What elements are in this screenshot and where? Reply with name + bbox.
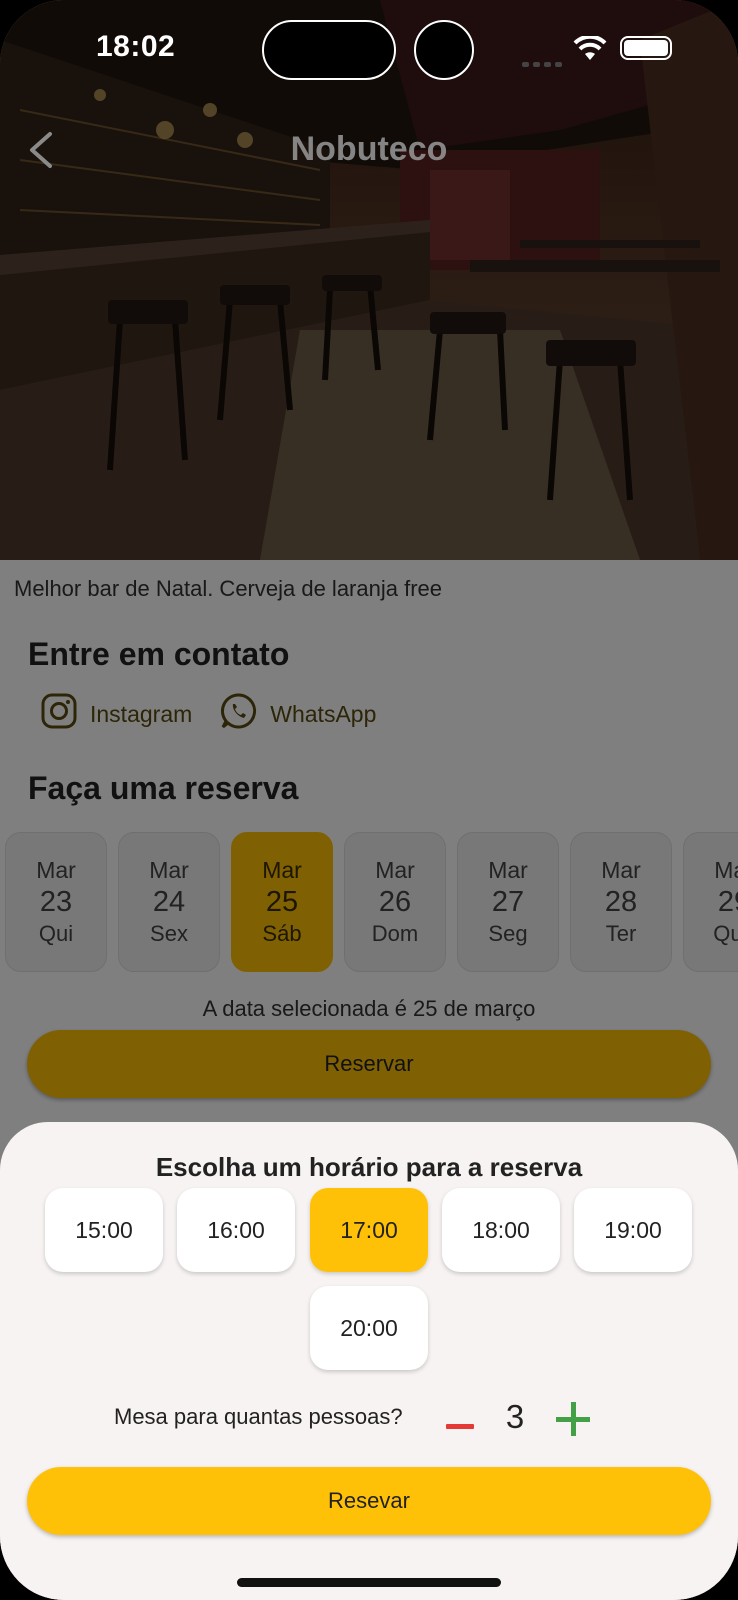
time-chip[interactable]: 20:00 [310,1286,428,1370]
time-label: 17:00 [340,1216,398,1243]
time-chip[interactable]: 19:00 [574,1188,692,1272]
party-size-value: 3 [505,1398,525,1435]
decrement-button[interactable] [446,1412,474,1440]
increment-button[interactable] [556,1402,590,1436]
page-title: Nobuteco [290,130,448,168]
time-label: 20:00 [340,1314,398,1341]
time-label: 15:00 [75,1216,133,1243]
status-time: 18:02 [96,30,176,63]
time-label: 16:00 [207,1216,265,1243]
time-chip[interactable]: 16:00 [177,1188,295,1272]
phone-screen: Melhor bar de Natal. Cerveja de laranja … [0,0,738,1600]
sheet-title: Escolha um horário para a reserva [155,1152,583,1182]
time-chip-selected[interactable]: 17:00 [310,1188,428,1272]
camera-cutout [414,20,474,80]
time-label: 19:00 [604,1216,662,1243]
dynamic-island [262,20,396,80]
confirm-reservation-button[interactable]: Resevar [27,1467,711,1535]
wifi-icon [572,34,608,67]
time-label: 18:00 [472,1216,530,1243]
minus-icon [446,1424,474,1429]
time-picker-sheet: Escolha um horário para a reserva 15:00 … [0,1122,738,1600]
home-indicator [237,1578,501,1587]
party-size-label: Mesa para quantas pessoas? [114,1404,403,1429]
time-chip[interactable]: 15:00 [45,1188,163,1272]
battery-icon [620,36,672,60]
signal-icon [522,54,566,72]
time-chip[interactable]: 18:00 [442,1188,560,1272]
